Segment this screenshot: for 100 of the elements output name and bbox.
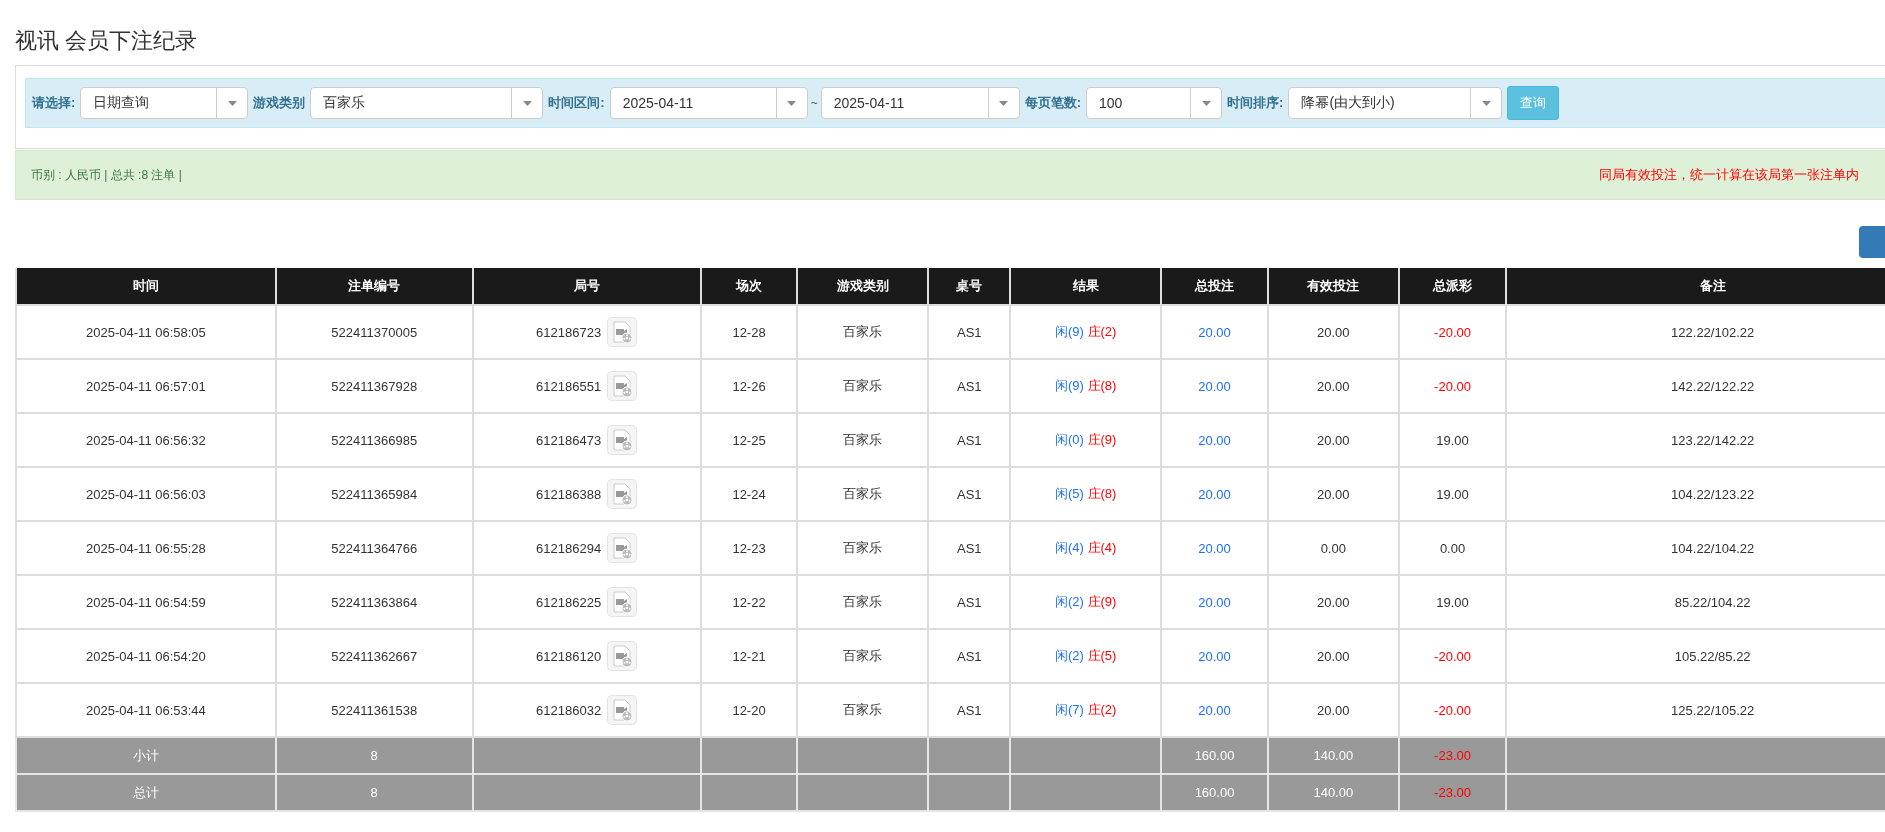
video-file-icon[interactable] <box>607 533 638 563</box>
video-file-icon[interactable] <box>607 317 638 347</box>
table-cell: 百家乐 <box>797 359 929 413</box>
column-header: 局号 <box>472 268 701 305</box>
round-number: 612186551 <box>536 378 602 394</box>
caret-icon <box>227 100 237 106</box>
dropdown[interactable]: 降幂(由大到小) <box>1288 87 1503 119</box>
caret-icon <box>999 100 1009 106</box>
column-header: 有效投注 <box>1267 268 1399 305</box>
player-result: 闲(9) <box>1055 324 1084 339</box>
table-cell: 20.00 <box>1161 467 1268 521</box>
table-cell: 20.00 <box>1161 359 1268 413</box>
player-result: 闲(4) <box>1055 540 1084 555</box>
dropdown[interactable]: 100 <box>1086 87 1223 119</box>
table-cell: AS1 <box>928 521 1011 575</box>
column-header: 场次 <box>700 268 798 305</box>
banker-result: 庄(8) <box>1087 486 1117 501</box>
column-header: 时间 <box>16 268 276 305</box>
player-result: 闲(0) <box>1055 432 1084 447</box>
player-result: 闲(5) <box>1055 486 1084 501</box>
round-number: 612186473 <box>536 432 602 448</box>
table-cell: 522411370005 <box>275 305 473 359</box>
table-cell: 140.00 <box>1267 774 1399 811</box>
table-cell: 12-26 <box>700 359 798 413</box>
banker-result: 庄(9) <box>1087 594 1117 609</box>
table-cell: 12-28 <box>700 305 798 359</box>
column-header: 桌号 <box>928 268 1011 305</box>
table-cell: AS1 <box>928 629 1011 683</box>
banker-result: 庄(2) <box>1087 324 1117 339</box>
table-cell: 2025-04-11 06:55:28 <box>16 521 276 575</box>
table-cell: 12-22 <box>700 575 798 629</box>
column-header: 结果 <box>1010 268 1162 305</box>
notice-text: 同局有效投注，统一计算在该局第一张注单内 <box>1599 166 1859 184</box>
table-cell: 160.00 <box>1161 774 1268 811</box>
column-header: 游戏类别 <box>797 268 929 305</box>
round-number: 612186225 <box>536 594 602 610</box>
table-cell: 20.00 <box>1161 413 1268 467</box>
round-number: 612186723 <box>536 324 602 340</box>
table-cell: 12-23 <box>700 521 798 575</box>
table-cell: 20.00 <box>1161 521 1268 575</box>
table-cell: 140.00 <box>1267 737 1399 774</box>
table-cell: -20.00 <box>1398 305 1507 359</box>
table-cell: 百家乐 <box>797 467 929 521</box>
table-cell: 20.00 <box>1267 359 1399 413</box>
dropdown[interactable]: 百家乐 <box>310 87 544 119</box>
column-header: 备注 <box>1506 268 1885 305</box>
table-cell: 2025-04-11 06:54:20 <box>16 629 276 683</box>
column-header: 总派彩 <box>1398 268 1507 305</box>
player-result: 闲(9) <box>1055 378 1084 393</box>
table-cell: 小计 <box>16 737 276 774</box>
video-file-icon[interactable] <box>607 587 638 617</box>
table-cell: AS1 <box>928 359 1011 413</box>
dropdown[interactable]: 2025-04-11 <box>609 87 808 119</box>
video-file-icon[interactable] <box>607 695 638 725</box>
table-cell: 百家乐 <box>797 521 929 575</box>
table-cell: AS1 <box>928 467 1011 521</box>
table-cell: 百家乐 <box>797 575 929 629</box>
caret-icon <box>522 100 532 106</box>
table-cell: 160.00 <box>1161 737 1268 774</box>
caret-icon <box>1201 100 1211 106</box>
round-number: 612186032 <box>536 702 602 718</box>
table-cell: 522411362667 <box>275 629 473 683</box>
filter-label: 时间排序: <box>1227 94 1284 112</box>
table-cell: 2025-04-11 06:56:03 <box>16 467 276 521</box>
table-cell: 20.00 <box>1267 467 1399 521</box>
table-cell: 522411367928 <box>275 359 473 413</box>
table-cell: 百家乐 <box>797 629 929 683</box>
summary-text: 币别 : 人民币 | 总共 :8 注单 | <box>31 166 182 184</box>
video-file-icon[interactable] <box>607 425 638 455</box>
table-cell: -23.00 <box>1398 737 1507 774</box>
table-cell: 522411365984 <box>275 467 473 521</box>
table-cell: -20.00 <box>1398 359 1507 413</box>
table-cell: 12-21 <box>700 629 798 683</box>
table-cell: AS1 <box>928 575 1011 629</box>
dropdown[interactable]: 日期查询 <box>80 87 249 119</box>
round-number: 612186388 <box>536 486 602 502</box>
banker-result: 庄(4) <box>1087 540 1117 555</box>
table-cell: 20.00 <box>1267 305 1399 359</box>
page-title: 视讯 会员下注纪录 <box>15 27 199 55</box>
table-cell: 20.00 <box>1267 413 1399 467</box>
table-cell: -20.00 <box>1398 629 1507 683</box>
table-cell: 19.00 <box>1398 575 1507 629</box>
video-file-icon[interactable] <box>607 479 638 509</box>
table-cell: 2025-04-11 06:57:01 <box>16 359 276 413</box>
table-cell: 2025-04-11 06:54:59 <box>16 575 276 629</box>
round-number: 612186120 <box>536 648 602 664</box>
table-cell: 百家乐 <box>797 305 929 359</box>
column-header: 总投注 <box>1161 268 1268 305</box>
table-cell: 522411364766 <box>275 521 473 575</box>
caret-icon <box>1481 100 1491 106</box>
banker-result: 庄(5) <box>1087 648 1117 663</box>
dropdown[interactable]: 2025-04-11 <box>820 87 1020 119</box>
table-cell: 522411363864 <box>275 575 473 629</box>
table-cell: 2025-04-11 06:56:32 <box>16 413 276 467</box>
filter-label: 每页笔数: <box>1024 94 1082 112</box>
video-file-icon[interactable] <box>607 641 638 671</box>
filter-label: 请选择: <box>32 94 76 112</box>
table-cell: 总计 <box>16 774 276 811</box>
video-file-icon[interactable] <box>607 371 638 401</box>
filter-label: 时间区间: <box>548 94 605 112</box>
